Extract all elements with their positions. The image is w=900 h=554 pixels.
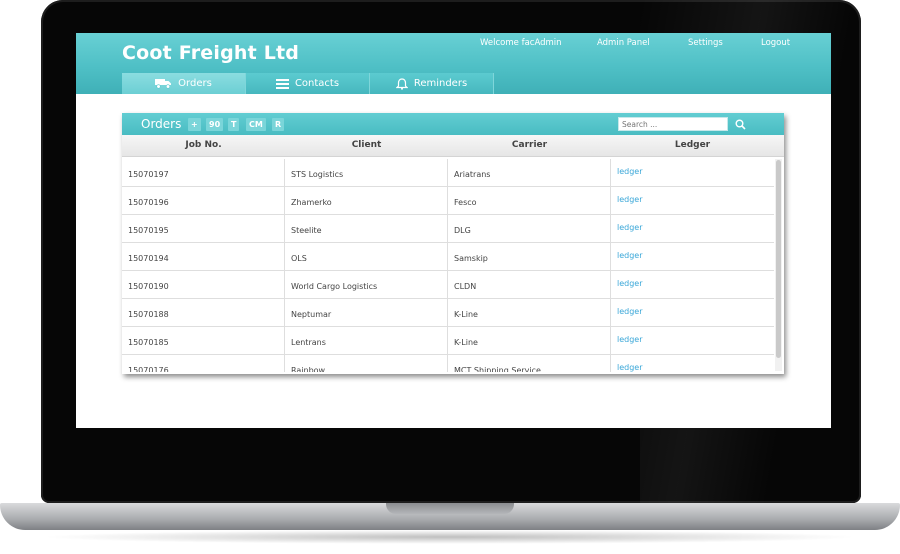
top-links: Welcome facAdmin Admin Panel Settings Lo… <box>76 38 831 52</box>
client-cell: Lentrans <box>285 327 448 355</box>
job-no-cell: 15070195 <box>122 215 285 243</box>
ledger-link[interactable]: ledger <box>611 215 774 243</box>
table-row[interactable]: 15070196 Zhamerko Fesco ledger <box>122 187 774 215</box>
filter-cm-button[interactable]: CM <box>246 118 266 131</box>
client-cell: Steelite <box>285 215 448 243</box>
client-cell: Zhamerko <box>285 187 448 215</box>
tab-orders-label: Orders <box>178 78 212 89</box>
table-row[interactable]: 15070176 Rainbow MCT Shipping Service ledge… <box>122 355 774 372</box>
carrier-cell: Samskip <box>448 243 611 271</box>
client-cell: Rainbow <box>285 355 448 372</box>
client-cell: STS Logistics <box>285 159 448 187</box>
job-no-cell: 15070185 <box>122 327 285 355</box>
settings-link[interactable]: Settings <box>688 38 723 48</box>
table-row[interactable]: 15070195 Steelite DLG ledger <box>122 215 774 243</box>
table-scrollbar[interactable] <box>775 159 782 371</box>
welcome-text: Welcome facAdmin <box>480 38 562 48</box>
job-no-cell: 15070176 <box>122 355 285 372</box>
ledger-link[interactable]: ledger <box>611 159 774 187</box>
orders-table-body: 15070197 STS Logistics Ariatrans ledger 1507… <box>122 159 774 372</box>
table-row[interactable]: 15070188 Neptumar K-Line ledger <box>122 299 774 327</box>
carrier-cell: DLG <box>448 215 611 243</box>
admin-panel-link[interactable]: Admin Panel <box>597 38 650 48</box>
client-cell: Neptumar <box>285 299 448 327</box>
ledger-link[interactable]: ledger <box>611 243 774 271</box>
ledger-link[interactable]: ledger <box>611 187 774 215</box>
column-carrier[interactable]: Carrier <box>448 140 611 150</box>
job-no-cell: 15070188 <box>122 299 285 327</box>
bell-icon <box>395 77 408 90</box>
contacts-list-icon <box>275 78 289 89</box>
carrier-cell: MCT Shipping Service <box>448 355 611 372</box>
ledger-link[interactable]: ledger <box>611 271 774 299</box>
carrier-cell: K-Line <box>448 299 611 327</box>
truck-icon <box>155 78 172 89</box>
search-icon <box>735 119 746 130</box>
ledger-link[interactable]: ledger <box>611 355 774 372</box>
search-button[interactable] <box>731 116 749 132</box>
table-scrollbar-thumb[interactable] <box>776 160 781 358</box>
table-row[interactable]: 15070194 OLS Samskip ledger <box>122 243 774 271</box>
client-cell: World Cargo Logistics <box>285 271 448 299</box>
ledger-link[interactable]: ledger <box>611 299 774 327</box>
laptop-notch <box>386 503 514 514</box>
tab-orders[interactable]: Orders <box>122 73 246 94</box>
add-order-button[interactable]: + <box>188 118 201 131</box>
app-screen: Coot Freight Ltd Welcome facAdmin Admin … <box>76 33 831 428</box>
job-no-cell: 15070190 <box>122 271 285 299</box>
column-client[interactable]: Client <box>285 140 448 150</box>
orders-panel: Orders + 90 T CM R Job No. Client Carrie… <box>122 113 784 374</box>
carrier-cell: K-Line <box>448 327 611 355</box>
job-no-cell: 15070194 <box>122 243 285 271</box>
orders-title: Orders <box>141 117 182 131</box>
job-no-cell: 15070196 <box>122 187 285 215</box>
tab-contacts-label: Contacts <box>294 78 340 89</box>
tab-contacts[interactable]: Contacts <box>246 73 370 94</box>
table-row[interactable]: 15070197 STS Logistics Ariatrans ledger <box>122 159 774 187</box>
column-ledger[interactable]: Ledger <box>611 140 774 150</box>
column-job-no[interactable]: Job No. <box>122 140 285 150</box>
tab-reminders[interactable]: Reminders <box>370 73 494 94</box>
job-no-cell: 15070197 <box>122 159 285 187</box>
logout-link[interactable]: Logout <box>761 38 790 48</box>
filter-t-button[interactable]: T <box>228 118 240 131</box>
laptop-shadow <box>40 530 860 544</box>
table-header: Job No. Client Carrier Ledger <box>122 135 784 157</box>
ledger-link[interactable]: ledger <box>611 327 774 355</box>
carrier-cell: Ariatrans <box>448 159 611 187</box>
orders-panel-header: Orders + 90 T CM R <box>122 113 784 135</box>
app-header: Coot Freight Ltd Welcome facAdmin Admin … <box>76 33 831 94</box>
tab-reminders-label: Reminders <box>413 78 468 89</box>
carrier-cell: CLDN <box>448 271 611 299</box>
filter-r-button[interactable]: R <box>272 118 285 131</box>
carrier-cell: Fesco <box>448 187 611 215</box>
search-input[interactable] <box>618 117 728 131</box>
table-row[interactable]: 15070185 Lentrans K-Line ledger <box>122 327 774 355</box>
filter-90-button[interactable]: 90 <box>206 118 224 131</box>
table-row[interactable]: 15070190 World Cargo Logistics CLDN ledger <box>122 271 774 299</box>
client-cell: OLS <box>285 243 448 271</box>
